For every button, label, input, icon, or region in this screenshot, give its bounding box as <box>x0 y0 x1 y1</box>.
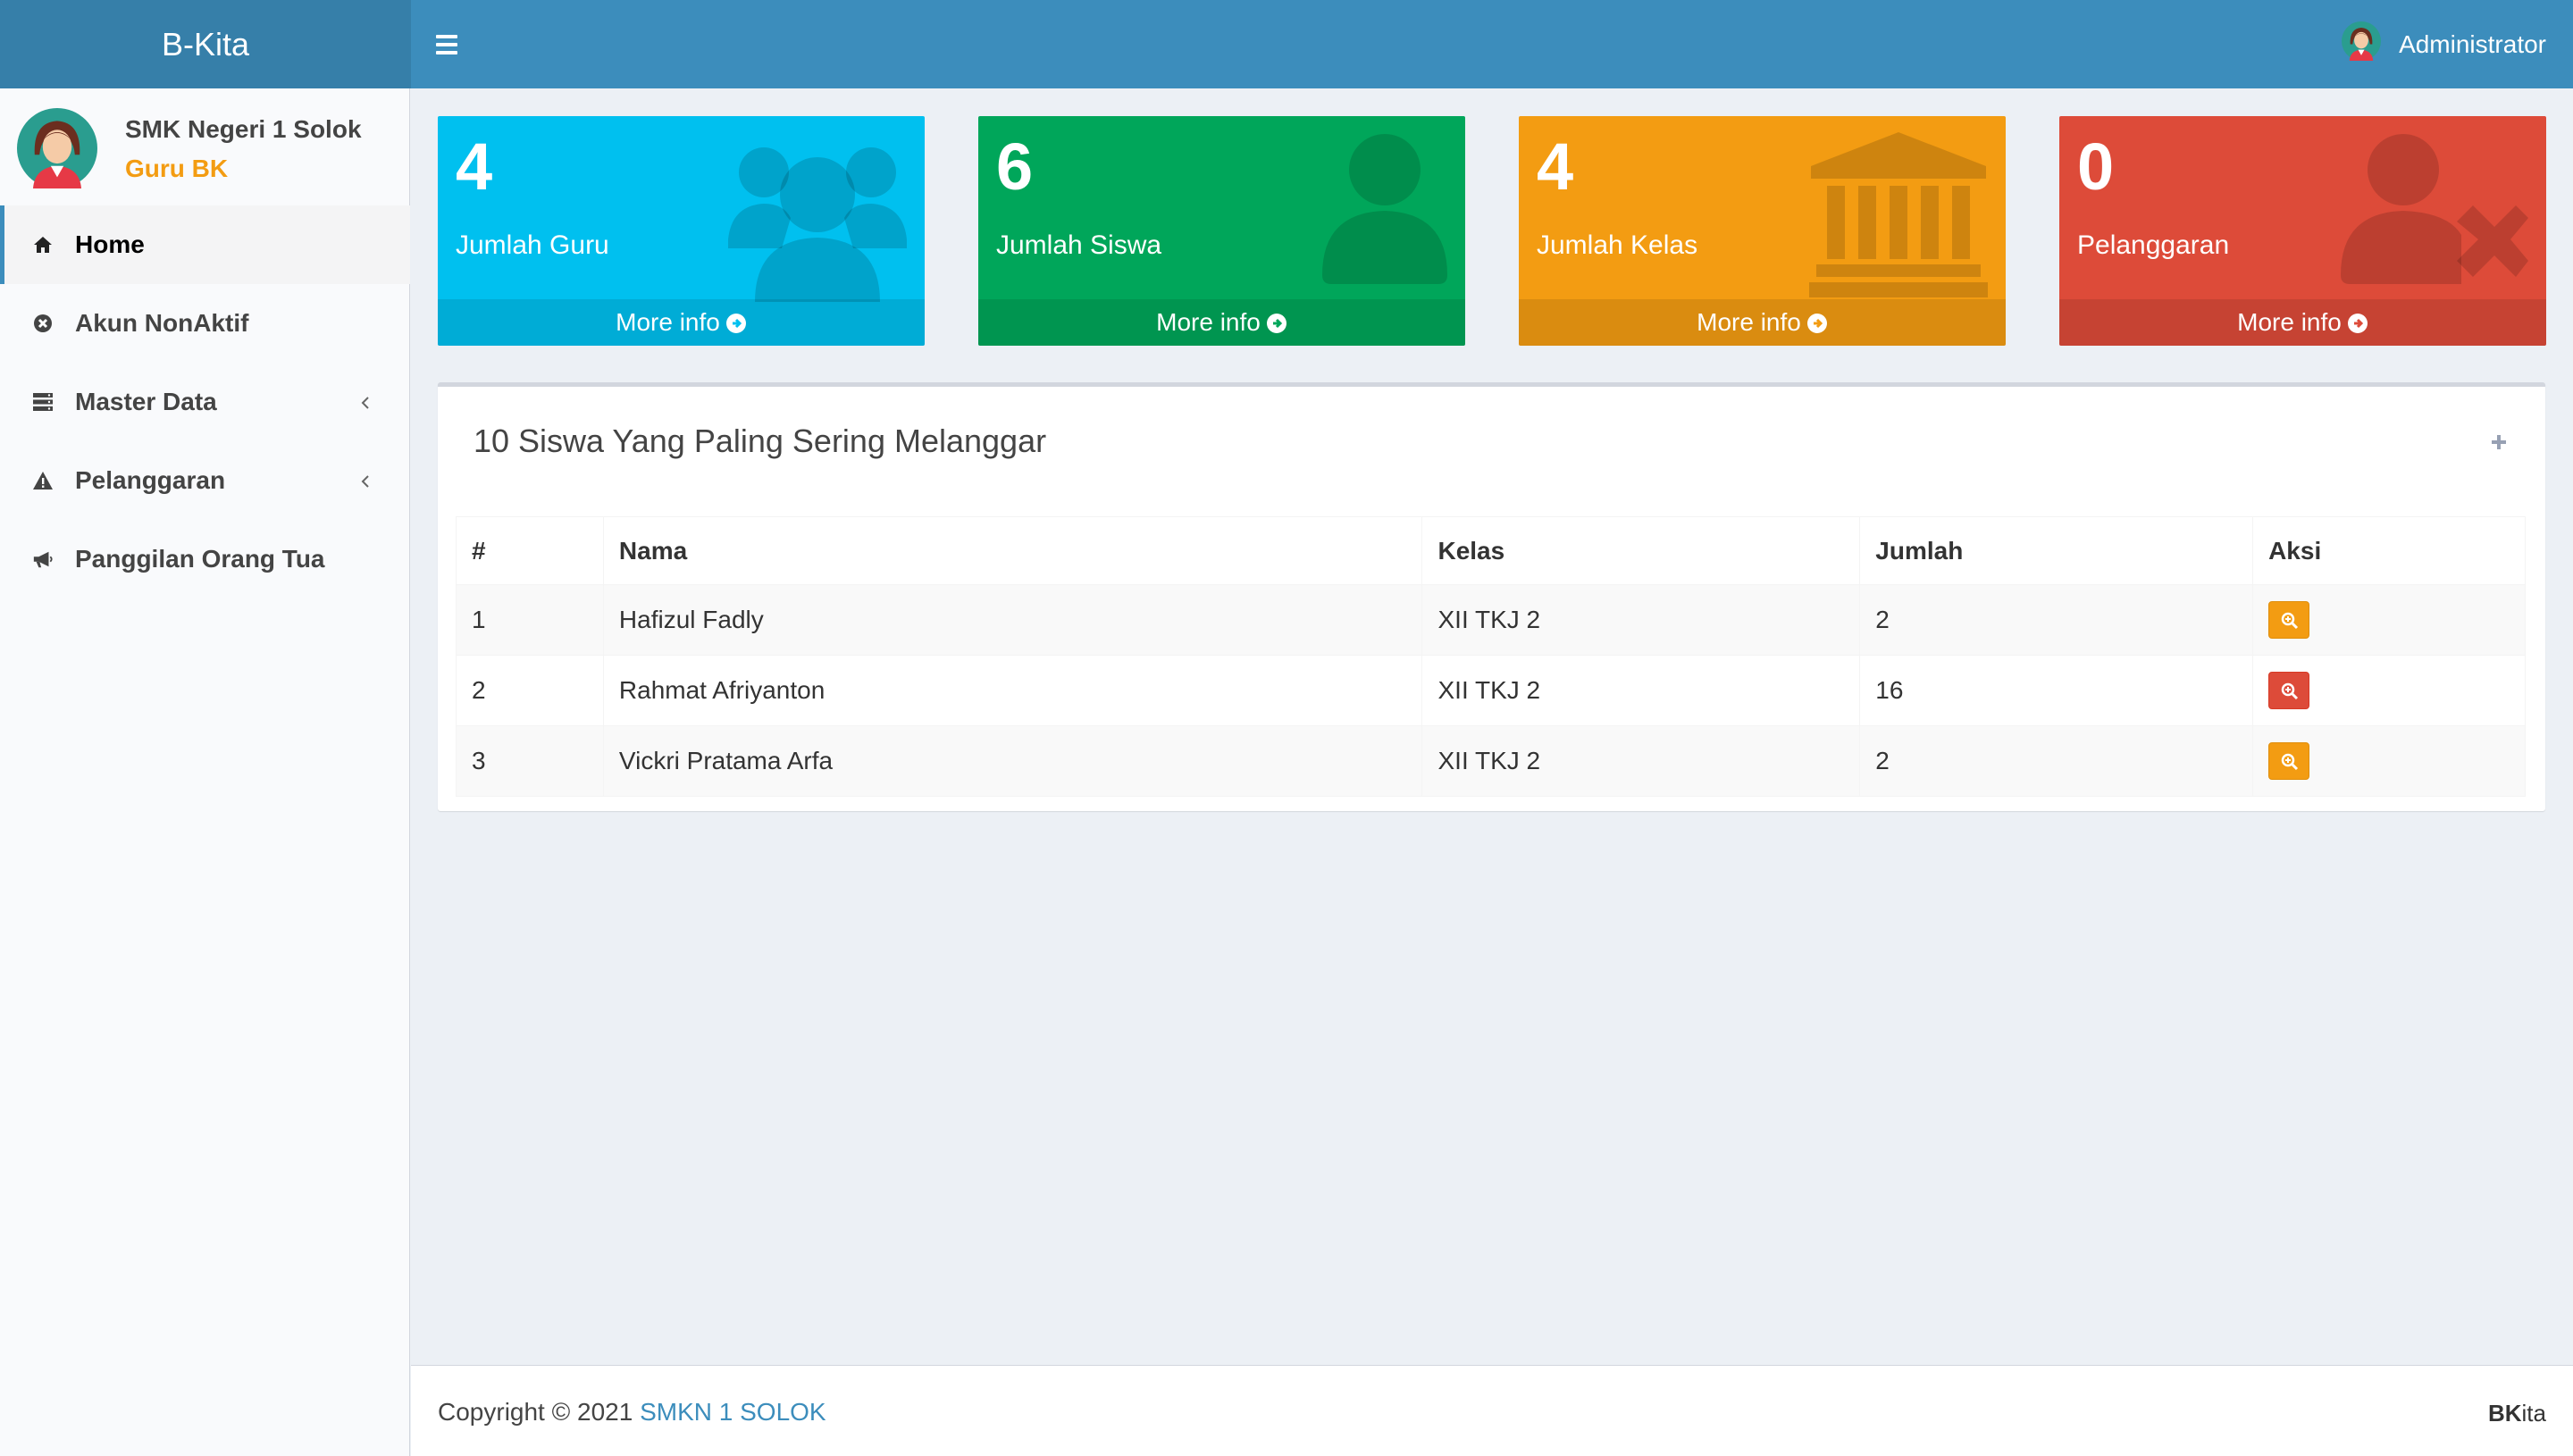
row-number: 1 <box>456 584 604 656</box>
sidebar-item-label: Panggilan Orang Tua <box>75 545 325 573</box>
plus-icon[interactable] <box>2488 431 2510 453</box>
column-header: Kelas <box>1421 516 1861 585</box>
top-header: B-Kita Administrator <box>0 0 2573 88</box>
sidebar-item-akun-nonaktif[interactable]: Akun NonAktif <box>0 284 410 363</box>
top-violators-box: 10 Siswa Yang Paling Sering Melanggar # … <box>438 382 2545 811</box>
student-name: Vickri Pratama Arfa <box>602 725 1423 797</box>
school-link[interactable]: SMKN 1 SOLOK <box>640 1398 826 1426</box>
more-info-label: More info <box>616 308 720 336</box>
stat-label: Jumlah Kelas <box>1537 230 1698 260</box>
sidebar-item-label: Home <box>75 230 145 258</box>
student-class: XII TKJ 2 <box>1421 584 1861 656</box>
user-menu[interactable]: Administrator <box>2342 0 2546 88</box>
more-info-label: More info <box>1697 308 1801 336</box>
search-plus-icon <box>2281 612 2299 630</box>
more-info-link[interactable]: More info <box>978 299 1465 346</box>
sidebar-toggle-button[interactable] <box>429 27 465 63</box>
column-header: Aksi <box>2252 516 2526 585</box>
home-icon <box>32 234 54 255</box>
stat-box-kelas: 4 Jumlah Kelas More info <box>1519 116 2006 346</box>
stat-label: Jumlah Siswa <box>996 230 1162 260</box>
search-plus-icon <box>2281 753 2299 771</box>
chevron-left-icon <box>355 470 376 491</box>
view-detail-button[interactable] <box>2268 742 2310 780</box>
stat-value: 6 <box>996 130 1034 204</box>
table-row: 3 Vickri Pratama Arfa XII TKJ 2 2 <box>456 725 2526 797</box>
sidebar-item-panggilan-orang-tua[interactable]: Panggilan Orang Tua <box>0 520 410 598</box>
sidebar-item-label: Akun NonAktif <box>75 309 249 337</box>
violation-count: 2 <box>1859 584 2254 656</box>
institution-icon <box>1809 132 1988 302</box>
box-title: 10 Siswa Yang Paling Sering Melanggar <box>474 423 1047 459</box>
student-name: Hafizul Fadly <box>602 584 1423 656</box>
more-info-label: More info <box>1156 308 1261 336</box>
arrow-circle-right-icon <box>725 314 746 333</box>
student-name: Rahmat Afriyanton <box>602 655 1423 726</box>
sidebar-item-master-data[interactable]: Master Data <box>0 363 410 441</box>
brand-rest: ita <box>2521 1400 2546 1427</box>
column-header: Nama <box>602 516 1423 585</box>
more-info-link[interactable]: More info <box>1519 299 2006 346</box>
stat-value: 4 <box>1537 130 1574 204</box>
times-circle-icon <box>32 313 54 334</box>
student-class: XII TKJ 2 <box>1421 725 1861 797</box>
avatar <box>2342 21 2382 67</box>
bullhorn-icon <box>32 548 54 570</box>
copyright-text: Copyright © 2021 <box>438 1398 633 1426</box>
view-detail-button[interactable] <box>2268 601 2310 639</box>
page-footer: Copyright © 2021 SMKN 1 SOLOK BKita <box>411 1365 2573 1456</box>
school-name: SMK Negeri 1 Solok <box>125 115 362 143</box>
warning-icon <box>32 470 54 491</box>
footer-brand: BKita <box>2488 1400 2546 1427</box>
user-name: Administrator <box>2399 29 2546 58</box>
violation-count: 16 <box>1859 655 2254 726</box>
stat-label: Pelanggaran <box>2077 230 2230 260</box>
server-icon <box>32 391 54 413</box>
user-times-icon <box>2341 132 2528 289</box>
sidebar-item-pelanggaran[interactable]: Pelanggaran <box>0 441 410 520</box>
sidebar-item-label: Pelanggaran <box>75 466 226 494</box>
sidebar: SMK Negeri 1 Solok Guru BK Home Akun Non… <box>0 88 410 1456</box>
sidebar-item-label: Master Data <box>75 388 217 415</box>
table-row: 1 Hafizul Fadly XII TKJ 2 2 <box>456 584 2526 656</box>
more-info-link[interactable]: More info <box>438 299 925 346</box>
brand-bold: BK <box>2487 1400 2522 1427</box>
row-number: 3 <box>456 725 604 797</box>
violators-table: # Nama Kelas Jumlah Aksi 1 Hafizul Fadly… <box>456 516 2526 797</box>
users-icon <box>728 132 907 306</box>
user-role: Guru BK <box>125 155 229 182</box>
user-panel: SMK Negeri 1 Solok Guru BK <box>0 88 410 205</box>
arrow-circle-right-icon <box>1806 314 1827 333</box>
stat-box-siswa: 6 Jumlah Siswa More info <box>978 116 1465 346</box>
stat-box-pelanggaran: 0 Pelanggaran More info <box>2059 116 2546 346</box>
stat-label: Jumlah Guru <box>456 230 609 260</box>
chevron-left-icon <box>355 391 376 413</box>
arrow-circle-right-icon <box>2347 314 2368 333</box>
stat-value: 0 <box>2077 130 2115 204</box>
stat-box-guru: 4 Jumlah Guru More info <box>438 116 925 346</box>
sidebar-item-home[interactable]: Home <box>0 205 410 284</box>
search-plus-icon <box>2281 682 2299 700</box>
table-row: 2 Rahmat Afriyanton XII TKJ 2 16 <box>456 655 2526 726</box>
user-icon <box>1322 132 1447 289</box>
user-panel-avatar <box>17 108 97 193</box>
view-detail-button[interactable] <box>2268 672 2310 709</box>
column-header: # <box>456 516 604 585</box>
violation-count: 2 <box>1859 725 2254 797</box>
app-logo[interactable]: B-Kita <box>0 0 411 88</box>
stat-value: 4 <box>456 130 493 204</box>
table-header-row: # Nama Kelas Jumlah Aksi <box>456 516 2526 585</box>
more-info-label: More info <box>2237 308 2342 336</box>
more-info-link[interactable]: More info <box>2059 299 2546 346</box>
column-header: Jumlah <box>1859 516 2254 585</box>
copyright: Copyright © 2021 SMKN 1 SOLOK <box>438 1398 826 1427</box>
student-class: XII TKJ 2 <box>1421 655 1861 726</box>
arrow-circle-right-icon <box>1266 314 1286 333</box>
row-number: 2 <box>456 655 604 726</box>
